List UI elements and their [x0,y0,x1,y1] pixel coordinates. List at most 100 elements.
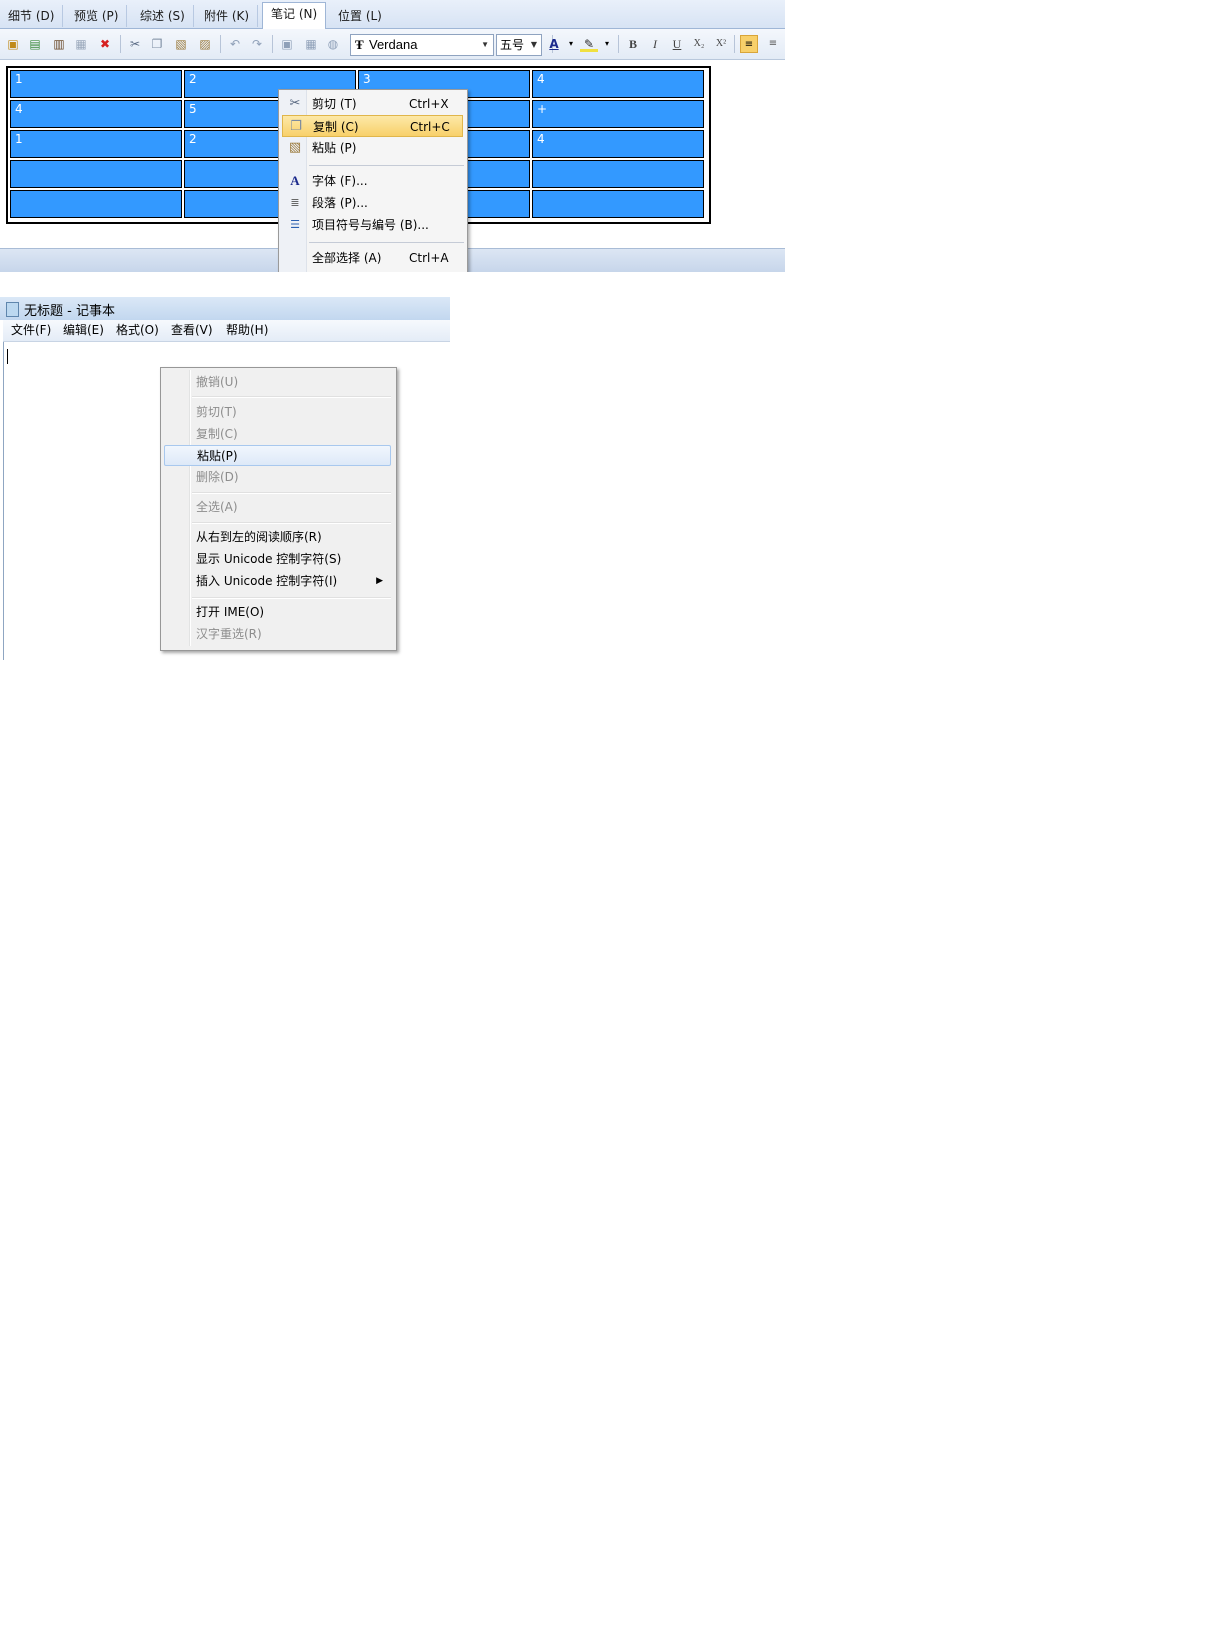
tab-location[interactable]: 位置 (L) [330,5,390,27]
menu-item-label: 粘贴(P) [197,449,238,463]
table-cell[interactable]: 1 [10,130,182,158]
paragraph-icon: ≣ [290,196,300,209]
insert-table-icon[interactable]: ▦ [302,35,320,53]
table-cell[interactable] [532,160,704,188]
subscript-button[interactable]: X₂ [690,35,708,53]
insert-image-icon[interactable]: ▣ [278,35,296,53]
menu-item-label: 从右到左的阅读顺序(R) [196,530,322,544]
paste-icon[interactable]: ▧ [172,35,190,53]
menu-item-label: 汉字重选(R) [196,627,262,641]
menu-item-paste[interactable]: 粘贴(P) [164,445,391,466]
table-cell[interactable]: + [532,100,704,128]
font-icon: A [290,173,300,188]
menu-item-reconversion[interactable]: 汉字重选(R) [164,624,391,645]
toolbar-separator [220,35,221,53]
notepad-app-icon [6,302,19,317]
menu-item-select-all[interactable]: 全选(A) [164,497,391,518]
underline-button[interactable]: U [668,35,686,53]
font-family-select[interactable]: Ŧ Verdana ▼ [350,34,494,56]
book-icon[interactable]: ▥ [50,35,68,53]
italic-button[interactable]: I [646,35,664,53]
table-cell[interactable] [532,190,704,218]
menu-item-font[interactable]: A 字体 (F)... [282,170,463,192]
menu-item-show-unicode[interactable]: 显示 Unicode 控制字符(S) [164,549,391,570]
paste-special-icon[interactable]: ▨ [196,35,214,53]
font-color-dropdown-icon[interactable]: ▾ [562,35,580,53]
highlight-color-icon[interactable]: ✎ [580,35,598,52]
menu-item-label: 显示 Unicode 控制字符(S) [196,552,342,566]
table-cell[interactable] [10,190,182,218]
tab-summary[interactable]: 综述 (S) [132,5,194,27]
tab-notes[interactable]: 笔记 (N) [262,2,327,29]
menu-item-cut[interactable]: 剪切(T) [164,402,391,423]
lock-icon[interactable]: ▣ [4,35,22,53]
menu-item-copy[interactable]: ❐ 复制 (C) Ctrl+C [282,115,463,137]
toolbar-separator [618,35,619,53]
menu-item-label: 粘贴 (P) [312,141,357,155]
tab-attachments[interactable]: 附件 (K) [196,5,259,27]
menu-item-bullets[interactable]: ☰ 项目符号与编号 (B)... [282,214,463,236]
menu-separator [192,396,391,398]
undo-icon[interactable]: ↶ [226,35,244,53]
table-cell[interactable]: 4 [532,130,704,158]
toolbar-separator [734,35,735,53]
toolbar-separator [272,35,273,53]
menu-separator [192,597,391,599]
menu-item-select-all[interactable]: 全部选择 (A) Ctrl+A [282,247,463,269]
chevron-down-icon: ▼ [481,40,489,49]
menu-file[interactable]: 文件(F) [11,322,51,339]
scissors-icon: ✂ [289,96,301,111]
table-cell[interactable]: 4 [10,100,182,128]
align-center-icon[interactable]: ≡ [764,35,782,53]
chevron-down-icon: ▼ [530,40,537,49]
toolbar-separator [120,35,121,53]
copy-icon[interactable]: ❐ [148,35,166,53]
save-icon[interactable]: ▦ [72,35,90,53]
menu-item-label: 删除(D) [196,470,239,484]
table-cell[interactable] [10,160,182,188]
menu-item-paste[interactable]: ▧ 粘贴 (P) [282,137,463,159]
menu-item-label: 段落 (P)... [312,196,368,210]
cut-icon[interactable]: ✂ [126,35,144,53]
table-cell[interactable]: 4 [532,70,704,98]
menu-help[interactable]: 帮助(H) [226,322,268,339]
menu-item-label: 复制(C) [196,427,238,441]
menu-item-insert-unicode[interactable]: 插入 Unicode 控制字符(I) ▶ [164,571,391,592]
delete-icon[interactable]: ✖ [96,35,114,53]
notepad-menubar: 文件(F) 编辑(E) 格式(O) 查看(V) 帮助(H) [3,320,450,342]
align-left-icon[interactable]: ≡ [740,35,758,53]
new-note-icon[interactable]: ▤ [26,35,44,53]
menu-item-open-ime[interactable]: 打开 IME(O) [164,602,391,623]
tab-preview[interactable]: 预览 (P) [66,5,128,27]
menu-format[interactable]: 格式(O) [116,322,159,339]
font-size-value: 五号 [500,38,525,52]
tab-details[interactable]: 细节 (D) [0,5,64,27]
menu-item-shortcut: Ctrl+A [409,251,449,265]
menu-separator [192,522,391,524]
menu-item-label: 剪切(T) [196,405,237,419]
notepad-title-bar[interactable]: 无标题 - 记事本 [0,297,450,320]
font-color-icon[interactable]: A [545,35,563,53]
redo-icon[interactable]: ↷ [248,35,266,53]
insert-link-icon[interactable]: ◍ [324,35,342,53]
menu-edit[interactable]: 编辑(E) [63,322,104,339]
menu-item-label: 撤销(U) [196,375,239,389]
menu-item-cut[interactable]: ✂ 剪切 (T) Ctrl+X [282,93,463,115]
paste-icon: ▧ [288,140,302,155]
menu-item-copy[interactable]: 复制(C) [164,424,391,445]
menu-item-paragraph[interactable]: ≣ 段落 (P)... [282,192,463,214]
window-title: 无标题 - 记事本 [24,304,115,319]
menu-item-shortcut: Ctrl+C [410,120,450,134]
copy-icon: ❐ [290,119,302,134]
menu-item-rtl-reading[interactable]: 从右到左的阅读顺序(R) [164,527,391,548]
superscript-button[interactable]: X² [712,35,730,53]
highlight-dropdown-icon[interactable]: ▾ [598,35,616,53]
font-size-select[interactable]: 五号 ▼ [496,34,542,56]
menu-view[interactable]: 查看(V) [171,322,213,339]
menu-item-label: 复制 (C) [313,120,359,134]
table-cell[interactable]: 1 [10,70,182,98]
text-caret [7,349,8,364]
bold-button[interactable]: B [624,35,642,53]
menu-item-delete[interactable]: 删除(D) [164,467,391,488]
menu-item-undo[interactable]: 撤销(U) [164,372,391,393]
